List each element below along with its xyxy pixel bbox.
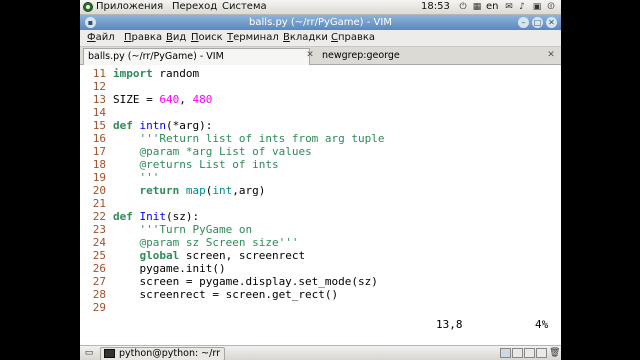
menu-edit[interactable]: Правка (124, 30, 162, 46)
distro-logo-icon[interactable] (83, 2, 93, 12)
keyboard-layout-indicator[interactable]: en (486, 0, 499, 14)
tab-newgrep[interactable]: newgrep:george (318, 48, 404, 64)
tab-vim[interactable]: balls.py (~/rr/PyGame) - VIM (83, 48, 310, 65)
applications-menu[interactable]: Приложения (96, 0, 163, 14)
tab-label: newgrep:george (322, 50, 400, 61)
tab-label: balls.py (~/rr/PyGame) - VIM (88, 51, 224, 62)
minimize-icon[interactable]: – (518, 17, 529, 28)
line-number: 13 (92, 93, 106, 106)
code-text: global screen, screenrect (139, 249, 306, 262)
line-number: 27 (92, 275, 106, 288)
menu-file[interactable]: Файл (87, 30, 115, 46)
vim-editor[interactable]: 11 import random 12 13 SIZE = 640, 480 14 15 de… (80, 65, 561, 318)
shutdown-icon[interactable]: ⏼ (546, 2, 556, 12)
code-text: return map(int,arg) (139, 184, 266, 197)
clock[interactable]: 18:53 (421, 0, 450, 14)
line-number: 20 (92, 184, 106, 197)
terminal-icon (104, 349, 115, 358)
code-text: screenrect = screen.get_rect() (113, 288, 339, 301)
show-desktop-icon[interactable]: ▭ (84, 348, 94, 358)
display-icon[interactable]: ▣ (532, 2, 542, 12)
menu-tabs[interactable]: Вкладки (283, 30, 328, 46)
code-text: SIZE = 640, 480 (113, 93, 213, 106)
volume-icon[interactable]: ♪ (517, 2, 527, 12)
line-number: 14 (92, 106, 106, 119)
menu-terminal[interactable]: Терминал (227, 30, 279, 46)
workspace-4[interactable] (536, 348, 547, 358)
code-text: screen = pygame.display.set_mode(sz) (113, 275, 378, 288)
taskbar-terminal-button[interactable]: python@python: ~/rr (100, 347, 225, 360)
line-number: 29 (92, 301, 106, 314)
trash-icon[interactable]: 🗑 (549, 348, 560, 358)
system-menu[interactable]: Система (222, 0, 267, 14)
code-text: pygame.init() (113, 262, 226, 275)
menu-view[interactable]: Вид (166, 30, 186, 46)
code-text: @param sz Screen size''' (139, 236, 299, 249)
line-number: 19 (92, 171, 106, 184)
top-panel: Приложения Переход Система 18:53 ⏻ ▦ en … (80, 0, 561, 15)
workspace-3[interactable] (524, 348, 535, 358)
code-text: @param *arg List of values (139, 145, 312, 158)
places-menu[interactable]: Переход (172, 0, 217, 14)
menu-help[interactable]: Справка (331, 30, 375, 46)
power-icon[interactable]: ⏻ (458, 2, 468, 12)
line-number: 23 (92, 223, 106, 236)
bottom-taskbar: ▭ python@python: ~/rr 🗑 (80, 345, 561, 360)
code-text: @returns List of ints (139, 158, 279, 171)
line-number: 26 (92, 262, 106, 275)
line-number: 17 (92, 145, 106, 158)
taskbar-terminal-label: python@python: ~/rr (119, 348, 220, 359)
code-text: def intn(*arg): (113, 119, 213, 132)
code-text: import random (113, 67, 200, 80)
cursor-position: 13,8 (436, 318, 463, 331)
window-titlebar[interactable]: balls.py (~/rr/PyGame) - VIM ▪ – □ ✕ (80, 15, 561, 30)
close-icon[interactable]: ✕ (546, 17, 557, 28)
menu-bar: Файл Правка Вид Поиск Терминал Вкладки С… (80, 30, 561, 47)
line-number: 15 (92, 119, 106, 132)
close-tab-icon[interactable]: ✕ (546, 50, 556, 60)
line-number: 11 (92, 67, 106, 80)
line-number: 18 (92, 158, 106, 171)
tab-bar: balls.py (~/rr/PyGame) - VIM ✕ newgrep:g… (80, 47, 561, 65)
code-text: def Init(sz): (113, 210, 200, 223)
window-menu-icon[interactable]: ▪ (85, 17, 96, 28)
line-number: 12 (92, 80, 106, 93)
code-text: ''' (139, 171, 160, 184)
line-number: 22 (92, 210, 106, 223)
window-title: balls.py (~/rr/PyGame) - VIM (249, 17, 392, 28)
network-icon[interactable]: ▦ (472, 2, 482, 12)
menu-search[interactable]: Поиск (191, 30, 223, 46)
workspace-2[interactable] (512, 348, 523, 358)
close-tab-icon[interactable]: ✕ (305, 50, 315, 60)
code-text: '''Return list of ints from arg tuple (139, 132, 385, 145)
vim-ruler: 13,8 4% (80, 318, 561, 331)
mail-icon[interactable]: ✉ (504, 2, 514, 12)
scroll-percent: 4% (535, 318, 549, 331)
line-number: 21 (92, 197, 106, 210)
line-number: 24 (92, 236, 106, 249)
code-text: '''Turn PyGame on (139, 223, 253, 236)
desktop-screen: Приложения Переход Система 18:53 ⏻ ▦ en … (80, 0, 561, 360)
workspace-1[interactable] (500, 348, 511, 358)
line-number: 16 (92, 132, 106, 145)
maximize-icon[interactable]: □ (532, 17, 543, 28)
line-number: 28 (92, 288, 106, 301)
line-number: 25 (92, 249, 106, 262)
